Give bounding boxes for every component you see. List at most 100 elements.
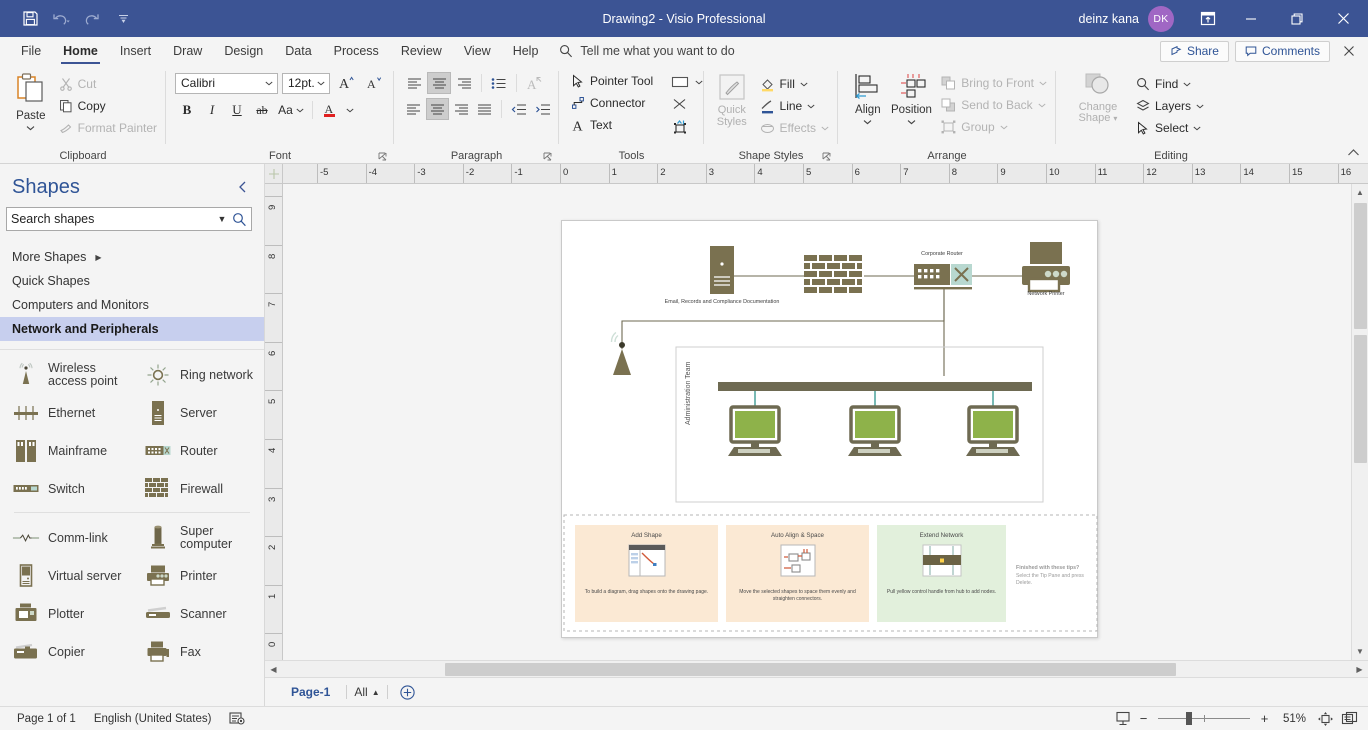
zoom-slider[interactable]: − + — [1136, 711, 1272, 726]
tab-view[interactable]: View — [453, 37, 502, 65]
minimize-icon[interactable] — [1228, 0, 1274, 37]
shape-item-plotter[interactable]: Plotter — [0, 595, 132, 633]
chevron-down-icon[interactable] — [1193, 126, 1201, 131]
tab-draw[interactable]: Draw — [162, 37, 213, 65]
tell-me-search[interactable]: Tell me what you want to do — [559, 37, 735, 65]
stencil-item-more-shapes[interactable]: More Shapes ▶ — [0, 245, 264, 269]
shape-item-printer[interactable]: Printer — [132, 557, 264, 595]
align-middle-button[interactable] — [425, 98, 449, 120]
save-icon[interactable] — [16, 6, 44, 32]
tab-data[interactable]: Data — [274, 37, 322, 65]
search-input[interactable] — [11, 212, 215, 226]
close-icon[interactable] — [1320, 0, 1366, 37]
chevron-down-icon[interactable] — [1183, 82, 1191, 87]
tip-card-add-shape[interactable]: Add Shape To build a diagram, drag shape… — [574, 524, 719, 623]
chevron-down-icon[interactable]: ▼ — [215, 214, 229, 224]
zoom-out-button[interactable]: − — [1136, 711, 1151, 726]
stencil-item-network-and-peripherals[interactable]: Network and Peripherals — [0, 317, 264, 341]
vertical-scrollbar[interactable]: ▲ ▼ — [1351, 184, 1368, 660]
shape-item-ethernet[interactable]: Ethernet — [0, 394, 132, 432]
font-size-combo[interactable]: 12pt. — [282, 72, 330, 94]
bullets-button[interactable] — [487, 72, 511, 94]
restore-icon[interactable] — [1274, 0, 1320, 37]
fill-button[interactable]: Fill — [756, 73, 833, 95]
stencil-item-quick-shapes[interactable]: Quick Shapes — [0, 269, 264, 293]
shape-item-comm-link[interactable]: Comm-link — [0, 519, 132, 557]
align-bottom-button[interactable] — [450, 98, 473, 120]
position-button[interactable]: Position — [890, 69, 934, 148]
layers-button[interactable]: Layers — [1132, 95, 1208, 117]
shape-item-router[interactable]: Router — [132, 432, 264, 470]
vertical-scroll-track[interactable] — [1351, 201, 1368, 643]
change-case-button[interactable]: Aa — [275, 99, 307, 121]
align-caret-icon[interactable] — [863, 116, 872, 128]
tab-file[interactable]: File — [10, 37, 52, 65]
tab-review[interactable]: Review — [390, 37, 453, 65]
align-top-button[interactable] — [402, 98, 425, 120]
shape-picker-button[interactable] — [667, 71, 707, 93]
find-button[interactable]: Find — [1132, 73, 1208, 95]
align-left-button[interactable] — [402, 72, 426, 94]
scroll-up-icon[interactable]: ▲ — [1351, 184, 1368, 201]
tip-card-extend-network[interactable]: Extend Network Pull yellow control handl… — [876, 524, 1007, 623]
paste-caret-icon[interactable] — [26, 122, 35, 134]
tip-card-auto-align[interactable]: Auto Align & Space Move the selected sha… — [725, 524, 870, 623]
paste-button[interactable]: Paste — [11, 69, 51, 148]
shape-item-super-computer[interactable]: Super computer — [132, 519, 264, 557]
fit-window-icon[interactable] — [1338, 711, 1360, 727]
ruler-corner[interactable] — [265, 164, 283, 184]
pointer-tool-button[interactable]: Pointer Tool — [567, 70, 657, 92]
search-shapes-box[interactable]: ▼ — [6, 207, 252, 231]
account-name[interactable]: deinz kana — [1079, 12, 1139, 26]
avatar[interactable]: DK — [1148, 5, 1174, 32]
horizontal-scroll-track[interactable] — [282, 661, 1351, 678]
horizontal-ruler[interactable]: -5 -4 -3 -2 -1 0 1 2 3 4 5 6 7 8 9 10 11 12 13 14 15 16 — [283, 164, 1368, 184]
horizontal-scroll-thumb[interactable] — [445, 662, 1176, 676]
shape-item-copier[interactable]: Copier — [0, 633, 132, 671]
italic-button[interactable]: I — [200, 99, 224, 121]
tab-home[interactable]: Home — [52, 37, 109, 65]
increase-indent-button[interactable] — [531, 98, 554, 120]
scroll-right-icon[interactable]: ▶ — [1351, 660, 1368, 678]
shape-item-scanner[interactable]: Scanner — [132, 595, 264, 633]
line-button[interactable]: Line — [756, 95, 833, 117]
strikethrough-button[interactable]: ab — [250, 99, 274, 121]
redo-icon[interactable] — [78, 6, 106, 32]
vertical-scroll-thumb-2[interactable] — [1353, 335, 1367, 463]
grow-font-button[interactable]: A — [334, 72, 358, 94]
language-status[interactable]: English (United States) — [85, 713, 221, 725]
shrink-font-button[interactable]: A — [362, 72, 386, 94]
align-button[interactable]: Align — [846, 69, 890, 148]
connector-button[interactable]: Connector — [567, 92, 657, 114]
tab-design[interactable]: Design — [213, 37, 274, 65]
accessibility-icon[interactable] — [220, 711, 254, 726]
chevron-down-icon[interactable] — [807, 104, 815, 109]
tab-insert[interactable]: Insert — [109, 37, 162, 65]
paragraph-dialog-launcher[interactable] — [543, 150, 555, 162]
copy-button[interactable]: Copy — [55, 95, 161, 117]
chevron-down-icon[interactable] — [1196, 104, 1204, 109]
all-pages-button[interactable]: All ▲ — [347, 685, 386, 699]
chevron-down-icon[interactable] — [695, 80, 703, 85]
shape-item-ring-network[interactable]: Ring network — [132, 356, 264, 394]
customize-qat-icon[interactable] — [109, 6, 137, 32]
shape-item-firewall[interactable]: Firewall — [132, 470, 264, 508]
zoom-thumb[interactable] — [1186, 712, 1192, 725]
horizontal-scrollbar[interactable]: ◀ ▶ — [265, 660, 1368, 678]
shape-item-fax[interactable]: Fax — [132, 633, 264, 671]
drawing-scroll-region[interactable]: Administration Team Email, Records and C… — [283, 184, 1351, 660]
underline-button[interactable]: U — [225, 99, 249, 121]
drawing-page[interactable]: Administration Team Email, Records and C… — [561, 220, 1098, 638]
font-color-button[interactable]: A — [318, 99, 342, 121]
shape-item-mainframe[interactable]: Mainframe — [0, 432, 132, 470]
page-tab-page-1[interactable]: Page-1 — [275, 685, 346, 699]
shape-item-virtual-server[interactable]: Virtual server — [0, 557, 132, 595]
undo-icon[interactable] — [47, 6, 75, 32]
tab-process[interactable]: Process — [323, 37, 390, 65]
fit-page-icon[interactable] — [1314, 711, 1336, 727]
ribbon-display-options-icon[interactable] — [1188, 0, 1228, 37]
collapse-ribbon-icon[interactable] — [1347, 144, 1360, 162]
font-color-caret-icon[interactable] — [343, 99, 357, 121]
align-right-button[interactable] — [452, 72, 476, 94]
shape-item-server[interactable]: Server — [132, 394, 264, 432]
